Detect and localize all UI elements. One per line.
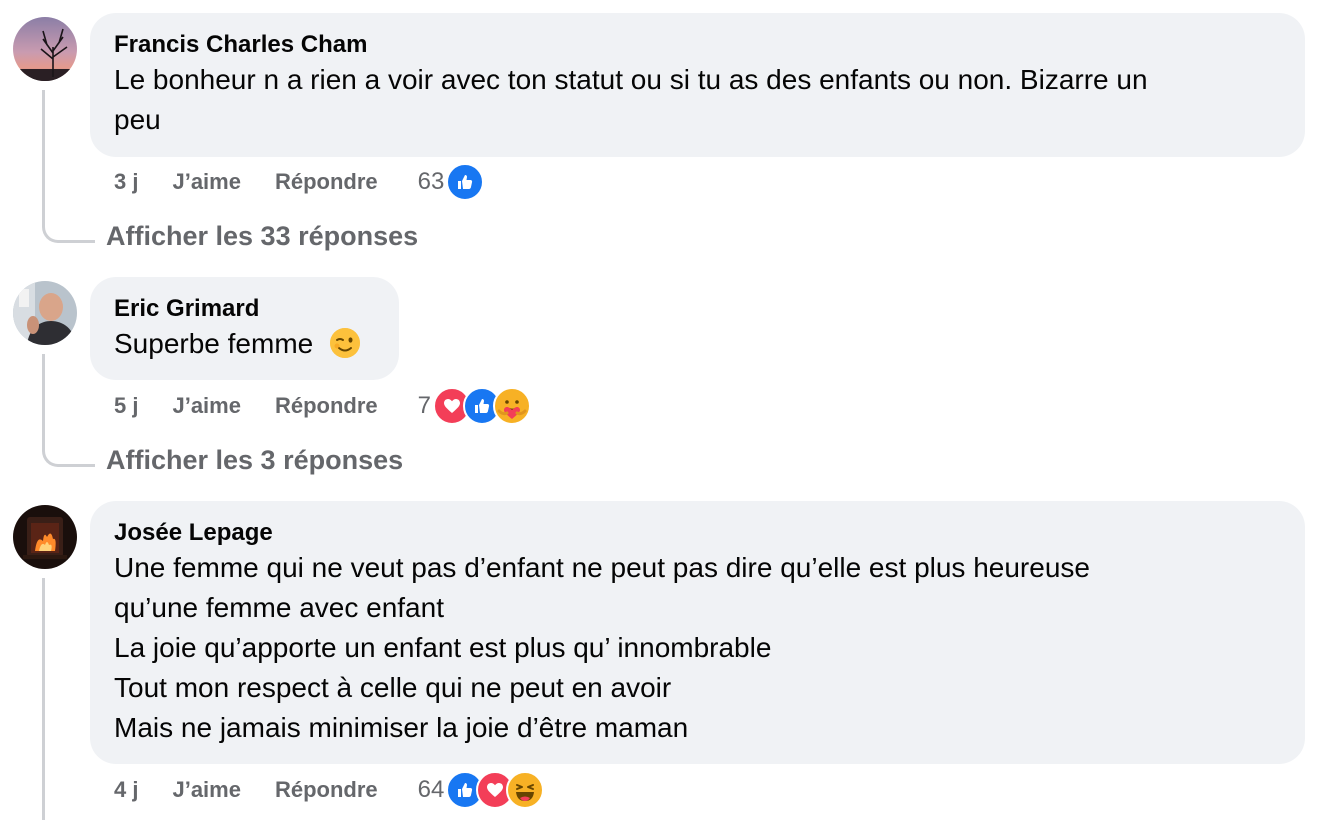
comment-text-line: Mais ne jamais minimiser la joie d’être … xyxy=(114,712,689,743)
avatar[interactable] xyxy=(13,281,77,345)
comment-timestamp[interactable]: 5 j xyxy=(114,393,138,419)
reply-button[interactable]: Répondre xyxy=(275,393,378,419)
comment-actions: 4 j J’aime Répondre 64 xyxy=(114,770,545,810)
reaction-icons[interactable] xyxy=(446,771,545,809)
thread-connector xyxy=(42,354,95,467)
comment-actions: 3 j J’aime Répondre 63 xyxy=(114,162,485,202)
like-button[interactable]: J’aime xyxy=(172,169,241,195)
thread-connector xyxy=(42,578,45,820)
avatar[interactable] xyxy=(13,17,77,81)
show-replies-link[interactable]: Afficher les 3 réponses xyxy=(106,445,403,476)
comment-actions: 5 j J’aime Répondre 7 xyxy=(114,386,532,426)
comment-text: Superbe femme xyxy=(114,328,314,359)
like-button[interactable]: J’aime xyxy=(172,777,241,803)
comment-text-line: Une femme qui ne veut pas d’enfant ne pe… xyxy=(114,552,1090,583)
reaction-icons[interactable] xyxy=(446,163,485,201)
like-button[interactable]: J’aime xyxy=(172,393,241,419)
comments-section: Francis Charles Cham Le bonheur n a rien… xyxy=(0,0,1322,820)
reaction-icons[interactable] xyxy=(433,387,532,425)
comment-text-line: Le bonheur n a rien a voir avec ton stat… xyxy=(114,64,1148,95)
comment-author[interactable]: Francis Charles Cham xyxy=(114,30,1281,60)
comment-bubble: Francis Charles Cham Le bonheur n a rien… xyxy=(90,13,1305,157)
comment-text-line: Tout mon respect à celle qui ne peut en … xyxy=(114,672,672,703)
comment-author[interactable]: Eric Grimard xyxy=(114,294,375,324)
avatar[interactable] xyxy=(13,505,77,569)
thread-connector xyxy=(42,90,95,243)
winking-face-icon xyxy=(329,327,361,370)
care-icon xyxy=(493,387,532,425)
show-replies-link[interactable]: Afficher les 33 réponses xyxy=(106,221,418,252)
comment-author[interactable]: Josée Lepage xyxy=(114,518,1281,548)
haha-icon xyxy=(506,771,545,809)
comment-text-line: peu xyxy=(114,104,161,135)
reaction-count[interactable]: 63 xyxy=(418,168,445,196)
comment-timestamp[interactable]: 4 j xyxy=(114,777,138,803)
comment-bubble: Josée Lepage Une femme qui ne veut pas d… xyxy=(90,501,1305,764)
comment-text-line: qu’une femme avec enfant xyxy=(114,592,444,623)
comment-timestamp[interactable]: 3 j xyxy=(114,169,138,195)
comment-text-line: La joie qu’apporte un enfant est plus qu… xyxy=(114,632,772,663)
reply-button[interactable]: Répondre xyxy=(275,777,378,803)
reaction-count[interactable]: 64 xyxy=(418,776,445,804)
comment-bubble: Eric Grimard Superbe femme xyxy=(90,277,399,380)
like-icon xyxy=(446,163,485,201)
reply-button[interactable]: Répondre xyxy=(275,169,378,195)
reaction-count[interactable]: 7 xyxy=(418,392,431,420)
comment-text-line: Superbe femme xyxy=(114,324,375,370)
